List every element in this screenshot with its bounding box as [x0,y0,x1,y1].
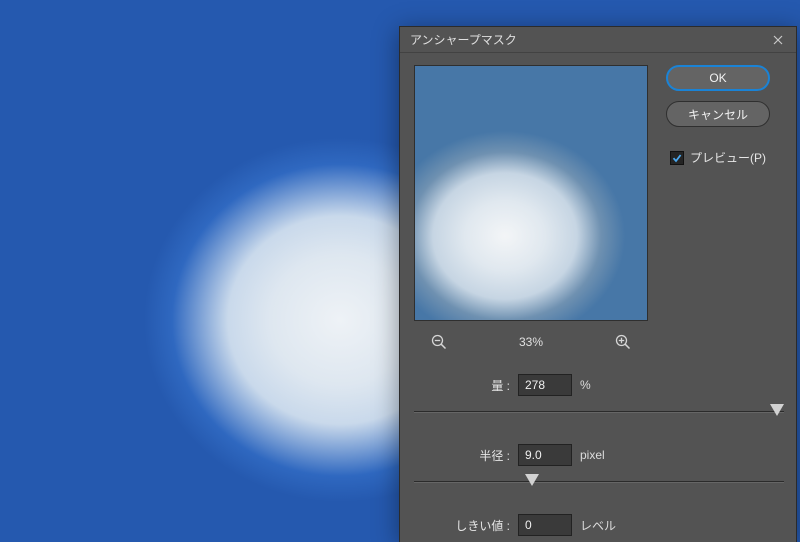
unsharp-mask-dialog: アンシャープマスク 33% [399,26,797,542]
radius-row: 半径 : 9.0 pixel [414,441,784,469]
zoom-row: 33% [414,331,648,353]
zoom-out-button[interactable] [428,331,450,353]
document-canvas: アンシャープマスク 33% [0,0,800,542]
preview-checkbox-row: プレビュー(P) [670,149,766,166]
zoom-value: 33% [519,335,543,349]
threshold-label: しきい値 : [454,517,510,534]
zoom-in-button[interactable] [612,331,634,353]
preview-checkbox-label: プレビュー(P) [690,149,766,166]
ok-button[interactable]: OK [666,65,770,91]
checkmark-icon [672,153,682,163]
threshold-row: しきい値 : 0 レベル [414,511,784,539]
preview-row: 33% OK キャンセル プレビュー(P) [414,65,784,353]
amount-label: 量 : [454,377,510,394]
radius-slider-track [414,481,784,483]
radius-unit: pixel [580,448,605,462]
preview-box[interactable] [414,65,648,321]
amount-slider-track [414,411,784,413]
dialog-content: 33% OK キャンセル プレビュー(P) [400,53,796,542]
close-icon [773,35,783,45]
amount-row: 量 : 278 % [414,371,784,399]
zoom-out-icon [431,334,447,350]
amount-input[interactable]: 278 [518,374,572,396]
cancel-button[interactable]: キャンセル [666,101,770,127]
amount-slider[interactable] [414,401,784,423]
zoom-in-icon [615,334,631,350]
radius-slider[interactable] [414,471,784,493]
dialog-side-buttons: OK キャンセル プレビュー(P) [666,65,770,166]
threshold-unit: レベル [580,517,616,534]
amount-unit: % [580,378,591,392]
threshold-input[interactable]: 0 [518,514,572,536]
amount-slider-thumb[interactable] [770,404,784,416]
controls: 量 : 278 % 半径 : 9.0 pixel [414,371,784,542]
preview-checkbox[interactable] [670,151,684,165]
radius-input[interactable]: 9.0 [518,444,572,466]
radius-label: 半径 : [454,447,510,464]
titlebar: アンシャープマスク [400,27,796,53]
preview-image [415,66,647,320]
close-button[interactable] [768,30,788,50]
dialog-title: アンシャープマスク [410,31,768,48]
radius-slider-thumb[interactable] [525,474,539,486]
